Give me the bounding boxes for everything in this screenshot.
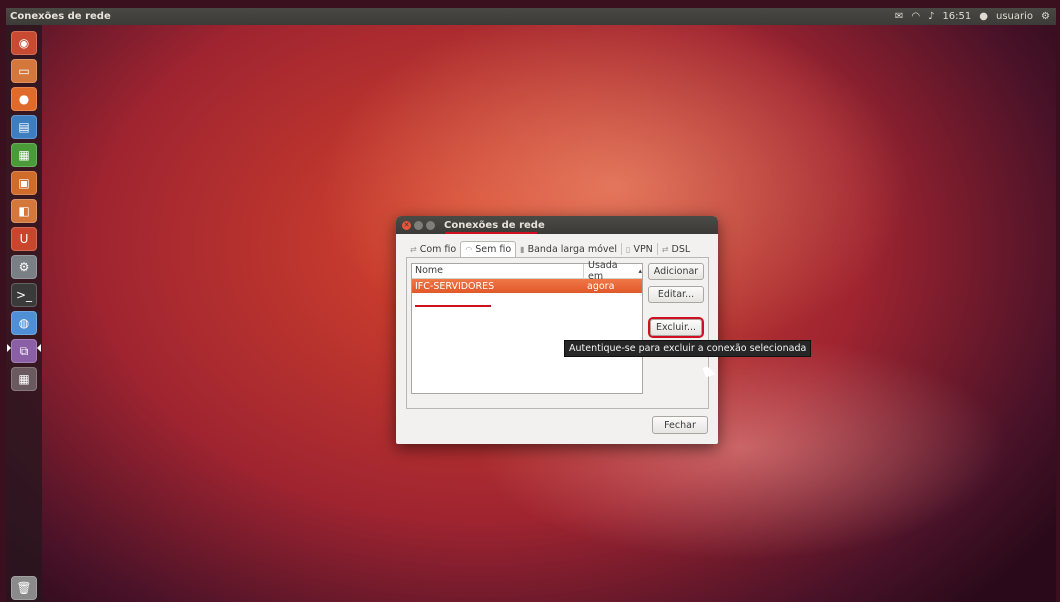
delete-tooltip: Autentique-se para excluir a conexão sel…: [564, 340, 812, 357]
dialog-title: Conexões de rede: [444, 219, 545, 231]
sort-ascending-icon: ▴: [638, 267, 642, 275]
list-header: Nome Usada em ▴: [412, 260, 642, 282]
user-icon: ●: [979, 11, 988, 22]
launcher: ◉ ▭ ● ▤ ▦ ▣ ◧ U ⚙ >_ ◍ ⧉ ▦ 🗑: [6, 25, 42, 602]
wired-icon: ⇄: [410, 244, 417, 254]
delete-button[interactable]: Excluir...: [650, 319, 702, 336]
connection-name: IFC-SERVIDORES: [415, 280, 495, 292]
clock[interactable]: 16:51: [942, 11, 971, 22]
minimize-window-icon[interactable]: [414, 220, 423, 230]
tab-wired[interactable]: ⇄ Com fio: [406, 241, 460, 257]
column-header-used[interactable]: Usada em ▴: [584, 260, 642, 282]
folder-icon[interactable]: ▭: [11, 59, 37, 83]
focused-indicator-icon: [37, 344, 41, 352]
network-connections-dialog: ✕ Conexões de rede ⇄ Com fio ◠ Sem fio ▮…: [396, 216, 718, 444]
connection-used: agora: [587, 280, 615, 292]
connection-type-tabs: ⇄ Com fio ◠ Sem fio ▮ Banda larga móvel …: [406, 240, 694, 258]
maximize-window-icon[interactable]: [426, 220, 435, 230]
tab-mobile-broadband[interactable]: ▮ Banda larga móvel: [516, 241, 621, 257]
user-menu[interactable]: usuario: [996, 11, 1033, 22]
mobile-broadband-icon: ▮: [520, 244, 525, 254]
connections-list[interactable]: Nome Usada em ▴ IFC-SERVIDORES agora: [411, 260, 643, 394]
chromium-icon[interactable]: ◍: [11, 311, 37, 335]
wireless-tab-panel: Nome Usada em ▴ IFC-SERVIDORES agora Adi…: [406, 257, 716, 409]
active-window-title: Conexões de rede: [10, 11, 111, 22]
mail-icon[interactable]: ✉: [895, 11, 903, 22]
table-row[interactable]: IFC-SERVIDORES agora: [412, 279, 642, 293]
terminal-icon[interactable]: >_: [11, 283, 37, 307]
wifi-icon[interactable]: ◠: [911, 11, 920, 22]
row-underline-highlight: [415, 305, 491, 307]
wifi-icon: ◠: [465, 245, 473, 254]
trash-icon[interactable]: 🗑: [11, 576, 37, 600]
network-icon[interactable]: ⧉: [11, 339, 37, 363]
gear-icon[interactable]: ⚙: [1041, 11, 1050, 22]
title-underline-highlight: [445, 232, 537, 234]
indicator-area: ✉ ◠ ♪ 16:51 ● usuario ⚙: [895, 11, 1056, 22]
settings-icon[interactable]: ⚙: [11, 255, 37, 279]
add-button[interactable]: Adicionar: [648, 263, 704, 280]
tab-wireless[interactable]: ◠ Sem fio: [460, 240, 517, 258]
tab-vpn[interactable]: ▯ VPN: [622, 241, 657, 257]
volume-icon[interactable]: ♪: [928, 11, 934, 22]
close-button[interactable]: Fechar: [652, 416, 708, 434]
close-window-icon[interactable]: ✕: [402, 220, 411, 230]
libreoffice-writer-icon[interactable]: ▤: [11, 115, 37, 139]
ubuntu-one-icon[interactable]: U: [11, 227, 37, 251]
ubuntu-logo-icon[interactable]: ◉: [11, 31, 37, 55]
workspace-switcher-icon[interactable]: ▦: [11, 367, 37, 391]
top-panel: Conexões de rede ✉ ◠ ♪ 16:51 ● usuario ⚙: [6, 8, 1056, 25]
mouse-pointer-icon: [702, 364, 716, 378]
libreoffice-calc-icon[interactable]: ▦: [11, 143, 37, 167]
screen: Conexões de rede ✉ ◠ ♪ 16:51 ● usuario ⚙…: [6, 8, 1056, 602]
edit-button[interactable]: Editar...: [648, 286, 704, 303]
libreoffice-impress-icon[interactable]: ▣: [11, 171, 37, 195]
vpn-icon: ▯: [626, 244, 631, 254]
dsl-icon: ⇄: [661, 244, 669, 254]
software-center-icon[interactable]: ◧: [11, 199, 37, 223]
column-header-name[interactable]: Nome: [412, 264, 584, 278]
tab-dsl[interactable]: ⇄ DSL: [658, 241, 694, 257]
firefox-icon[interactable]: ●: [11, 87, 37, 111]
